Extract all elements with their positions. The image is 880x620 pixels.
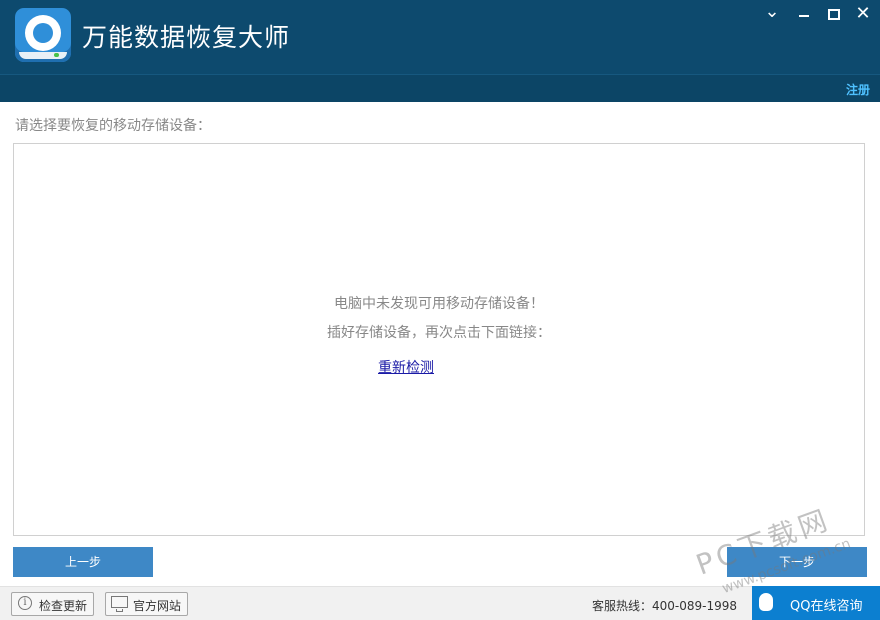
info-icon: i [18, 596, 32, 610]
maximize-icon[interactable] [820, 3, 846, 23]
register-link[interactable]: 注册 [846, 81, 870, 98]
close-icon[interactable]: ✕ [850, 3, 876, 24]
title-bar: 万能数据恢复大师 ⌄ ✕ [0, 0, 880, 74]
app-logo-icon [15, 8, 71, 62]
official-site-label: 官方网站 [133, 599, 182, 613]
redetect-link[interactable]: 重新检测 [378, 357, 434, 377]
check-update-label: 检查更新 [39, 599, 88, 613]
check-update-button[interactable]: i 检查更新 [11, 592, 94, 616]
device-list-panel: 电脑中未发现可用移动存储设备！ 插好存储设备，再次点击下面链接： 重新检测 [13, 143, 865, 536]
device-select-prompt: 请选择要恢复的移动存储设备： [15, 118, 211, 134]
official-site-button[interactable]: 官方网站 [105, 592, 188, 616]
qq-consult-label: QQ在线咨询 [790, 599, 863, 614]
empty-message-line1: 电脑中未发现可用移动存储设备！ [334, 296, 544, 312]
minimize-icon[interactable] [791, 3, 817, 23]
next-step-button[interactable]: 下一步 [727, 547, 867, 577]
qq-penguin-icon [759, 593, 773, 611]
monitor-icon [111, 596, 128, 612]
header-subbar: 注册 [0, 74, 880, 102]
chevron-down-icon[interactable]: ⌄ [759, 3, 785, 23]
support-hotline: 客服热线：400-089-1998 [592, 599, 738, 613]
disk-base [19, 52, 67, 59]
app-title: 万能数据恢复大师 [82, 23, 291, 52]
qq-consult-button[interactable]: QQ在线咨询 [752, 586, 880, 620]
footer-bar: i 检查更新 官方网站 客服热线：400-089-1998 [0, 586, 880, 620]
prev-step-button[interactable]: 上一步 [13, 547, 153, 577]
refresh-ring [25, 15, 61, 51]
empty-message-line2: 插好存储设备，再次点击下面链接： [327, 325, 551, 341]
